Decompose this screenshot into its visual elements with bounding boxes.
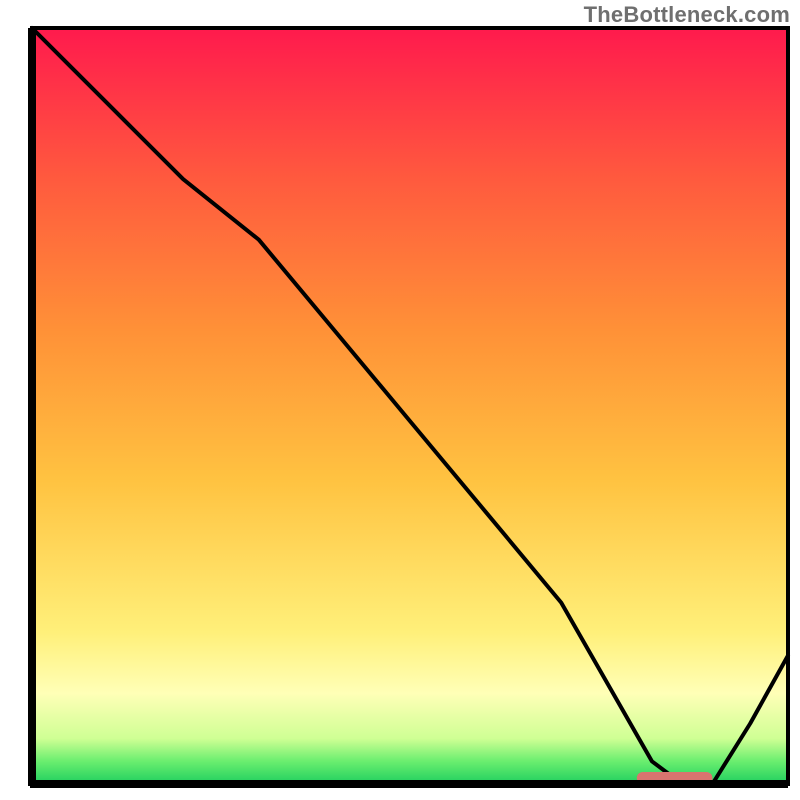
chart-container: TheBottleneck.com: [0, 0, 800, 800]
bottleneck-chart: [0, 0, 800, 800]
watermark-text: TheBottleneck.com: [584, 2, 790, 28]
